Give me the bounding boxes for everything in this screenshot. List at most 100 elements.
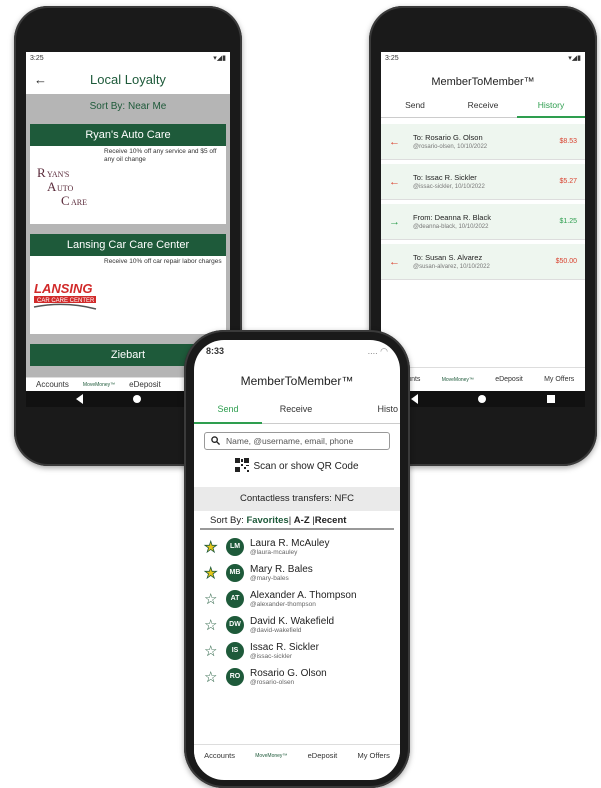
tab-bar: Send Receive Histo [194, 396, 400, 424]
contact-row[interactable]: ☆ IS Issac R. Sickler @issac-sickler [194, 638, 400, 664]
qr-code-button[interactable]: Scan or show QR Code [194, 458, 400, 475]
star-outline-icon[interactable]: ☆ [204, 616, 220, 634]
tab-history[interactable]: Histo [330, 396, 400, 424]
tab-send[interactable]: Send [381, 94, 449, 118]
page-title: MemberToMember™ [240, 374, 354, 388]
favorite-star-icon[interactable]: ★ [204, 538, 220, 557]
lansing-car-care-logo: LANSING CAR CARE CENTER [30, 256, 100, 334]
contact-username: @alexander-thompson [250, 601, 316, 608]
search-placeholder: Name, @username, email, phone [226, 436, 354, 446]
tab-bar: Send Receive History [381, 94, 585, 118]
tab-history[interactable]: History [517, 94, 585, 118]
tab-accounts[interactable]: Accounts [36, 380, 69, 389]
contact-username: @issac-sickler [250, 653, 292, 660]
contact-row[interactable]: ☆ AT Alexander A. Thompson @alexander-th… [194, 586, 400, 612]
contact-name: Issac R. Sickler [250, 642, 319, 653]
star-outline-icon[interactable]: ☆ [204, 642, 220, 660]
tab-edeposit[interactable]: eDeposit [495, 376, 523, 383]
avatar: IS [226, 642, 244, 660]
home-nav-icon[interactable] [478, 395, 487, 403]
transaction-name: From: Deanna R. Black [413, 213, 491, 222]
favorite-star-icon[interactable]: ★ [204, 564, 220, 583]
search-input[interactable]: Name, @username, email, phone [204, 432, 390, 450]
tab-edeposit[interactable]: eDeposit [129, 380, 161, 389]
tab-movemoney[interactable]: MoveMoney™ [83, 382, 115, 388]
transaction-detail: @deanna-black, 10/10/2022 [413, 224, 489, 230]
business-description: Receive 10% off any service and $5 off a… [104, 148, 217, 164]
transaction-row[interactable]: ← To: Issac R. Sickler @issac-sickler, 1… [381, 164, 585, 200]
tab-movemoney[interactable]: MoveMoney™ [255, 753, 287, 759]
contact-name: Alexander A. Thompson [250, 590, 357, 601]
transaction-row[interactable]: ← To: Rosario G. Olson @rosario-olsen, 1… [381, 124, 585, 160]
recent-apps-icon[interactable] [546, 395, 555, 403]
tab-edeposit[interactable]: eDeposit [308, 751, 338, 760]
page-title: MemberToMember™ [431, 76, 535, 88]
contact-username: @laura-mcauley [250, 549, 298, 556]
signal-icon: .... ◠ [367, 345, 388, 356]
sort-bar: Sort By: Favorites| A-Z |Recent [200, 511, 394, 530]
tab-movemoney[interactable]: MoveMoney™ [442, 377, 474, 383]
star-outline-icon[interactable]: ☆ [204, 668, 220, 686]
contact-row[interactable]: ☆ DW David K. Wakefield @david-wakefield [194, 612, 400, 638]
phone-screen: 3:25 ▾◢▮ MemberToMember™ Send Receive Hi… [381, 52, 585, 407]
back-nav-icon[interactable] [411, 394, 419, 404]
avatar: DW [226, 616, 244, 634]
tab-my-offers[interactable]: My Offers [544, 376, 574, 383]
incoming-arrow-icon: → [389, 215, 400, 228]
tab-my-offers[interactable]: My Offers [357, 751, 389, 760]
contact-username: @david-wakefield [250, 627, 302, 634]
sort-favorites[interactable]: Favorites [246, 515, 288, 526]
outgoing-arrow-icon: ← [389, 255, 400, 268]
status-time: 3:25 [385, 54, 399, 62]
sort-recent[interactable]: Recent [315, 515, 347, 526]
signal-icon: ▾◢▮ [568, 55, 581, 62]
status-time: 8:33 [206, 346, 225, 356]
nfc-banner[interactable]: Contactless transfers: NFC [194, 487, 400, 511]
contact-row[interactable]: ☆ RO Rosario G. Olson @rosario-olsen [194, 664, 400, 690]
tab-send[interactable]: Send [194, 396, 262, 424]
star-outline-icon[interactable]: ☆ [204, 590, 220, 608]
phone-send: 8:33 .... ◠ MemberToMember™ Send Receive… [184, 330, 410, 788]
contact-row[interactable]: ★ LM Laura R. McAuley @laura-mcauley [194, 534, 400, 560]
tab-accounts[interactable]: Accounts [204, 751, 235, 760]
sort-label[interactable]: Sort By: Near Me [26, 94, 230, 120]
transaction-row[interactable]: → From: Deanna R. Black @deanna-black, 1… [381, 204, 585, 240]
transaction-amount: $8.53 [559, 138, 577, 145]
avatar: AT [226, 590, 244, 608]
phone-screen: 8:33 .... ◠ MemberToMember™ Send Receive… [194, 340, 400, 780]
qr-code-label: Scan or show QR Code [253, 461, 359, 472]
contact-username: @rosario-olsen [250, 679, 295, 686]
svg-text:LANSING: LANSING [34, 281, 93, 296]
transaction-detail: @issac-sickler, 10/10/2022 [413, 184, 485, 190]
business-name: Lansing Car Care Center [30, 234, 226, 256]
contact-row[interactable]: ★ MB Mary R. Bales @mary-bales [194, 560, 400, 586]
back-arrow-icon[interactable]: ← [34, 72, 47, 87]
status-time: 3:25 [30, 54, 44, 62]
transaction-detail: @susan-alvarez, 10/10/2022 [413, 264, 490, 270]
transaction-row[interactable]: ← To: Susan S. Alvarez @susan-alvarez, 1… [381, 244, 585, 280]
business-card[interactable]: Ryan's Auto Care R YAN'S A UTO C ARE Rec… [30, 124, 226, 224]
avatar: MB [226, 564, 244, 582]
app-header: ← Local Loyalty [26, 64, 230, 94]
svg-text:C: C [61, 193, 70, 208]
sort-prefix: Sort By: [210, 515, 244, 526]
tab-receive[interactable]: Receive [449, 94, 517, 118]
contact-name: David K. Wakefield [250, 616, 335, 627]
transaction-name: To: Issac R. Sickler [413, 173, 477, 182]
business-card[interactable]: Lansing Car Care Center LANSING CAR CARE… [30, 234, 226, 334]
outgoing-arrow-icon: ← [389, 135, 400, 148]
qr-code-icon [235, 458, 250, 475]
transaction-name: To: Susan S. Alvarez [413, 253, 483, 262]
bottom-tab-bar: Accounts MoveMoney™ eDeposit My Offers [381, 367, 585, 391]
tab-receive[interactable]: Receive [262, 396, 330, 424]
sort-a-z[interactable]: A-Z [294, 515, 310, 526]
back-nav-icon[interactable] [76, 394, 83, 404]
svg-text:CAR CARE CENTER: CAR CARE CENTER [37, 298, 95, 304]
outgoing-arrow-icon: ← [389, 175, 400, 188]
svg-text:ARE: ARE [71, 198, 87, 207]
signal-icon: ▾◢▮ [213, 55, 226, 62]
ryans-auto-care-logo: R YAN'S A UTO C ARE [30, 146, 100, 224]
home-nav-icon[interactable] [133, 395, 141, 403]
transaction-amount: $1.25 [559, 218, 577, 225]
page-title: Local Loyalty [90, 71, 166, 87]
